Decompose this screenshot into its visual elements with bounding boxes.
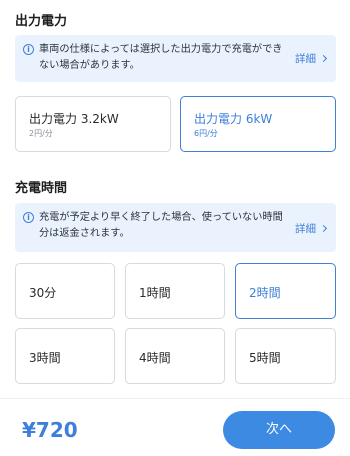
time-option-4h[interactable]: 4時間: [125, 328, 225, 384]
charge-time-info-text: 充電が予定より早く終了した場合、使っていない時間分は返金されます。: [39, 212, 283, 239]
charge-time-title: 充電時間: [15, 181, 68, 196]
output-power-info-text: 車両の仕様によっては選択した出力電力で充電ができない場合があります。: [39, 44, 283, 71]
output-power-details-link[interactable]: 詳細: [295, 51, 328, 66]
output-option-3-2kw[interactable]: 出力電力 3.2kW 2円/分: [15, 96, 171, 152]
time-option-2h[interactable]: 2時間: [235, 263, 336, 319]
charge-time-info-box: i 充電が予定より早く終了した場合、使っていない時間分は返金されます。 詳細: [15, 203, 336, 252]
details-link-label[interactable]: 詳細: [295, 223, 316, 235]
time-option-3h[interactable]: 3時間: [15, 328, 115, 384]
output-option-6kw[interactable]: 出力電力 6kW 6円/分: [180, 96, 336, 152]
output-power-title: 出力電力: [15, 14, 68, 29]
next-button[interactable]: 次へ: [223, 411, 335, 449]
output-option-label: 出力電力 6kW: [194, 112, 273, 126]
chevron-right-icon: [319, 54, 328, 63]
time-option-label: 1時間: [139, 286, 171, 300]
info-icon: i: [23, 212, 34, 223]
charge-time-details-link[interactable]: 詳細: [295, 221, 328, 236]
time-option-label: 5時間: [249, 351, 281, 365]
output-option-rate: 6円/分: [194, 129, 218, 138]
footer-divider: [0, 398, 350, 399]
info-icon: i: [23, 44, 34, 55]
output-option-label: 出力電力 3.2kW: [29, 112, 119, 126]
output-option-rate: 2円/分: [29, 129, 53, 138]
time-option-label: 30分: [29, 286, 57, 300]
total-price: ¥720: [22, 418, 78, 442]
time-option-label: 2時間: [249, 286, 281, 300]
time-option-30min[interactable]: 30分: [15, 263, 115, 319]
time-option-1h[interactable]: 1時間: [125, 263, 225, 319]
details-link-label[interactable]: 詳細: [295, 53, 316, 65]
time-option-5h[interactable]: 5時間: [235, 328, 336, 384]
time-option-label: 4時間: [139, 351, 171, 365]
output-power-info-box: i 車両の仕様によっては選択した出力電力で充電ができない場合があります。 詳細: [15, 35, 336, 82]
time-option-label: 3時間: [29, 351, 61, 365]
chevron-right-icon: [319, 224, 328, 233]
